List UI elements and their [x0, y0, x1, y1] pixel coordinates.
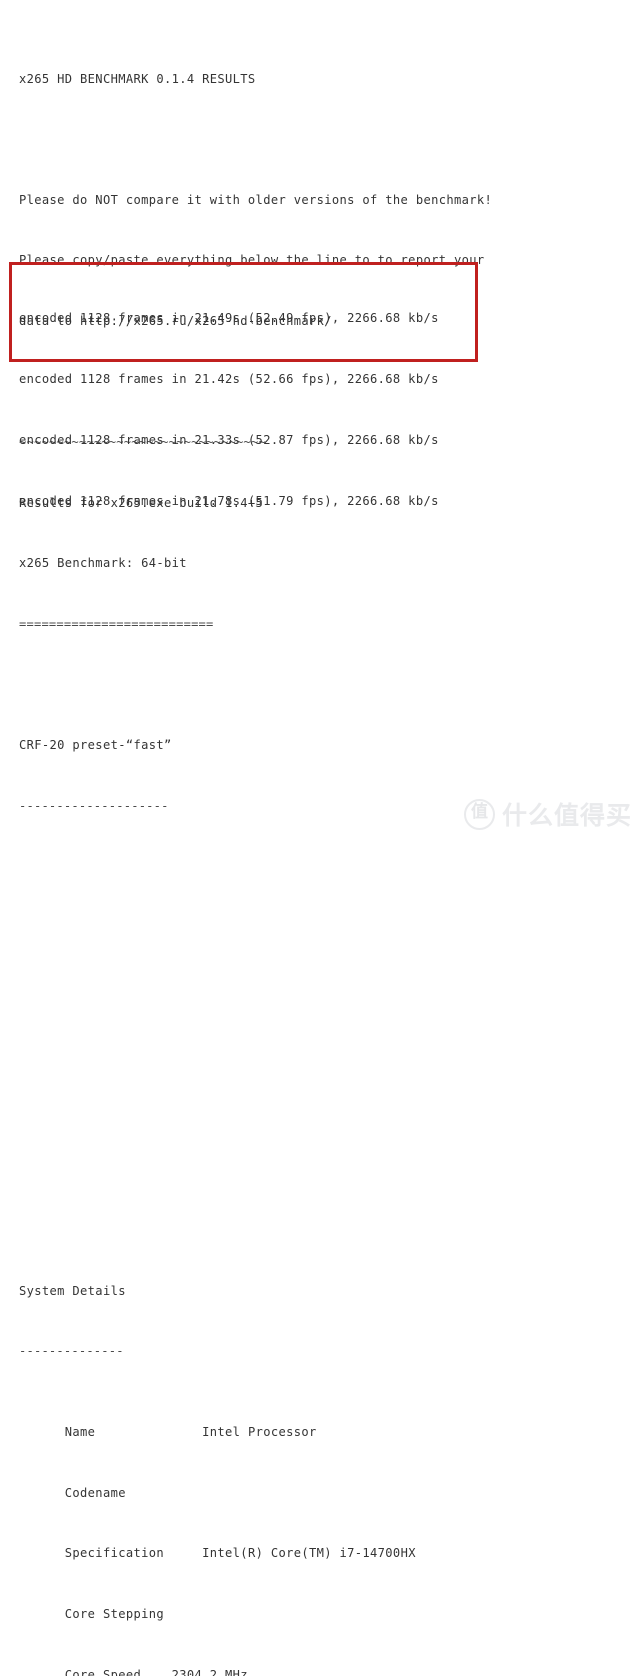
system-row-codename: Codename	[19, 1483, 634, 1503]
encoded-result-line: encoded 1128 frames in 21.33s (52.87 fps…	[19, 433, 439, 448]
system-details-heading-rule: --------------	[19, 1344, 124, 1359]
preset-header: CRF-20 preset-“fast”	[19, 738, 172, 753]
system-details-heading: System Details	[19, 1283, 126, 1298]
system-row-specification-label: Specification	[19, 1546, 203, 1561]
encoded-result-line: encoded 1128 frames in 21.78s (51.79 fps…	[19, 493, 439, 508]
equals-separator-rule: ==========================	[19, 617, 214, 632]
system-row-core-stepping-label: Core Stepping	[19, 1607, 203, 1622]
encoded-results-block: encoded 1128 frames in 21.49s (52.49 fps…	[19, 268, 479, 552]
system-row-core-speed-label: Core Speed	[19, 1667, 172, 1676]
notice-line-1: Please do NOT compare it with older vers…	[19, 192, 493, 207]
encoded-result-line: encoded 1128 frames in 21.42s (52.66 fps…	[19, 372, 439, 387]
dash-separator-rule: --------------------	[19, 798, 169, 813]
encoded-result-line: encoded 1128 frames in 21.49s (52.49 fps…	[19, 311, 439, 326]
system-row-specification-value: Intel(R) Core(TM) i7-14700HX	[202, 1546, 416, 1561]
encoded-slot-4	[19, 1059, 634, 1079]
encoded-slot-3	[19, 998, 634, 1018]
system-row-name: Name Intel Processor	[19, 1422, 634, 1442]
encoded-slot-1	[19, 877, 634, 897]
system-row-specification: Specification Intel(R) Core(TM) i7-14700…	[19, 1543, 634, 1563]
system-row-core-speed-value: 2304.2 MHz	[171, 1667, 248, 1676]
system-row-name-label: Name	[19, 1425, 203, 1440]
encoded-slot-2	[19, 937, 634, 957]
benchmark-bitness: x265 Benchmark: 64-bit	[19, 556, 187, 571]
system-row-core-speed: Core Speed 2304.2 MHz	[19, 1665, 634, 1676]
system-row-codename-label: Codename	[19, 1485, 203, 1500]
console-output: x265 HD BENCHMARK 0.1.4 RESULTS Please d…	[19, 8, 634, 1676]
report-title: x265 HD BENCHMARK 0.1.4 RESULTS	[19, 71, 256, 86]
system-row-core-stepping: Core Stepping	[19, 1604, 634, 1624]
benchmark-report-page: x265 HD BENCHMARK 0.1.4 RESULTS Please d…	[0, 0, 640, 1676]
system-row-name-value: Intel Processor	[202, 1425, 317, 1440]
